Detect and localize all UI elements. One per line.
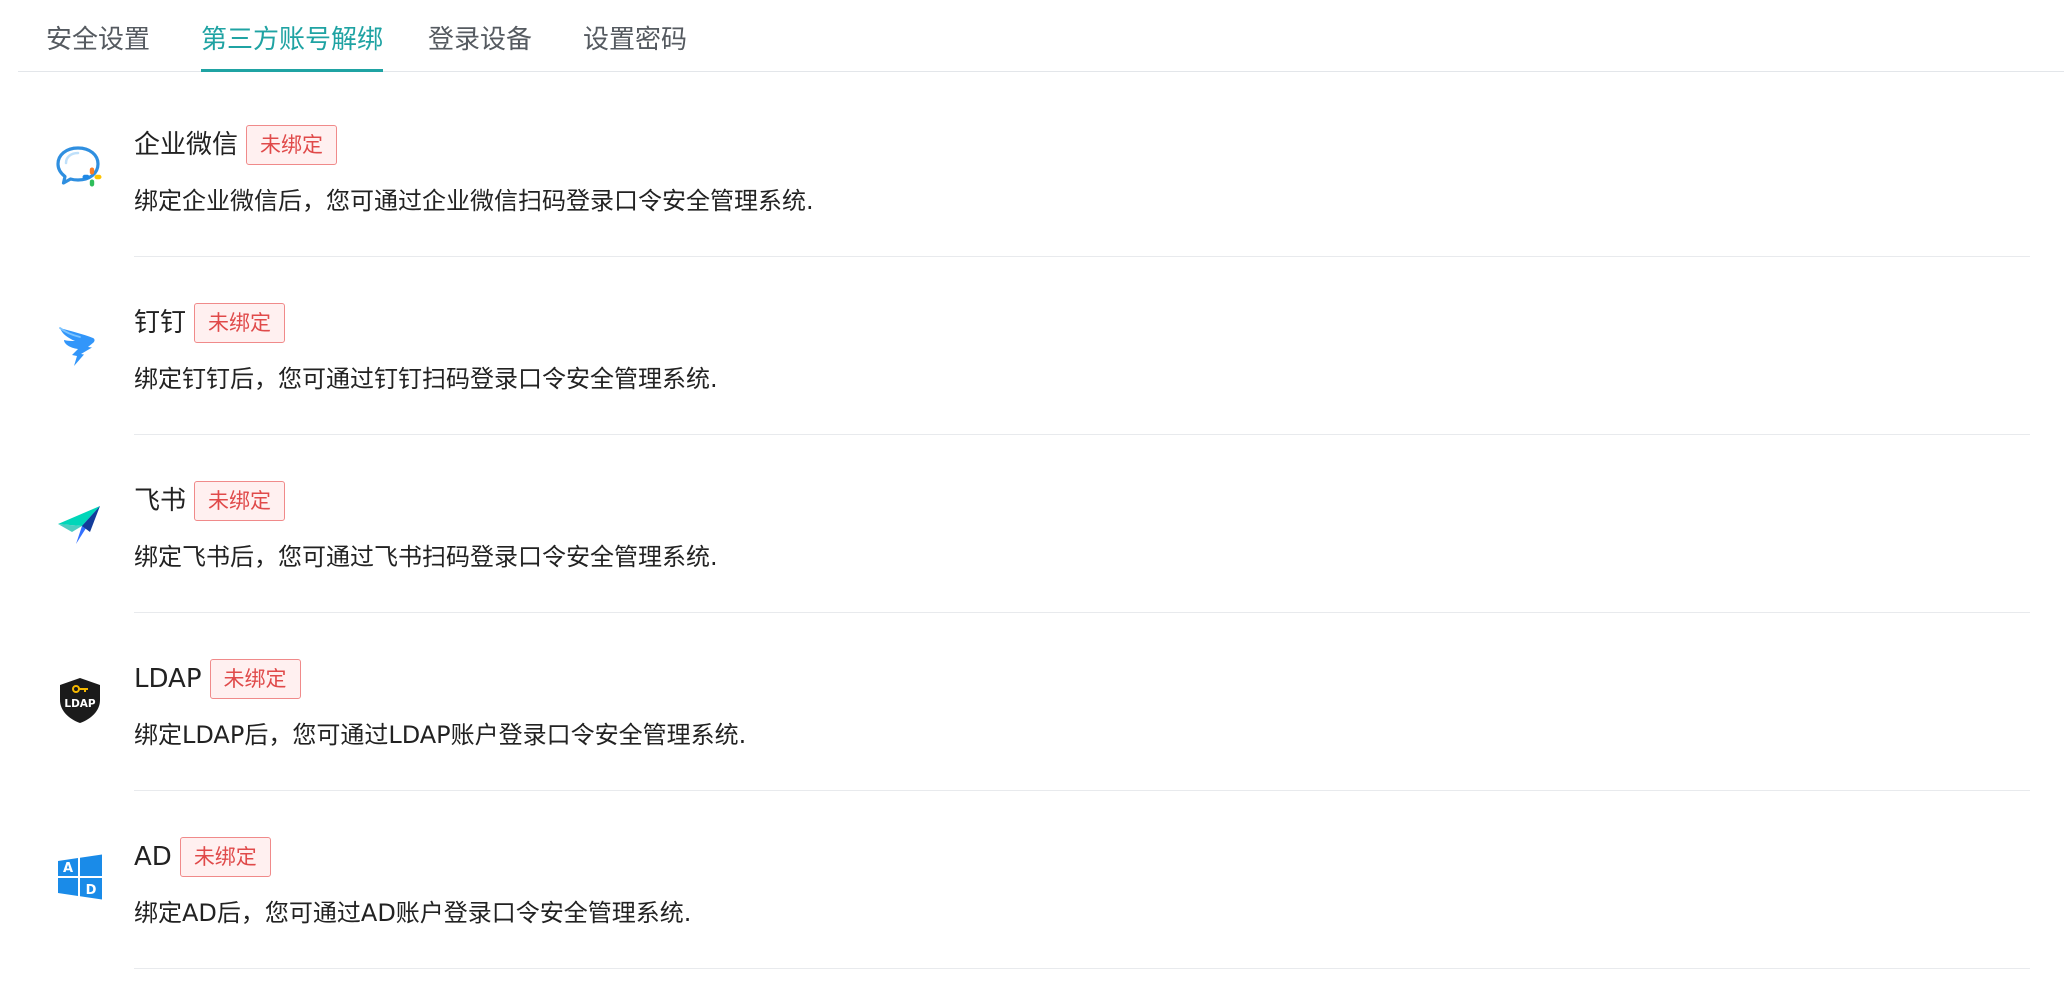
account-description: 绑定飞书后，您可通过飞书扫码登录口令安全管理系统. [134,543,718,571]
account-header: 企业微信 未绑定 [134,124,338,166]
account-header: AD 未绑定 [134,836,271,878]
status-badge[interactable]: 未绑定 [194,481,286,521]
ad-icon-letter-a: A [63,861,73,876]
tab-login-devices[interactable]: 登录设备 [428,22,532,72]
status-badge[interactable]: 未绑定 [246,125,338,165]
ldap-icon: LDAP [56,676,104,724]
feishu-icon [56,498,104,546]
divider [134,968,2030,969]
dingtalk-icon [56,320,104,368]
status-badge[interactable]: 未绑定 [179,837,271,877]
tab-security-settings[interactable]: 安全设置 [46,22,150,72]
account-item-feishu: 飞书 未绑定 绑定飞书后，您可通过飞书扫码登录口令安全管理系统. [0,428,2064,613]
account-name: 飞书 [134,486,187,516]
account-description: 绑定企业微信后，您可通过企业微信扫码登录口令安全管理系统. [134,187,814,215]
account-name: 企业微信 [134,130,239,160]
ldap-icon-text: LDAP [64,698,96,710]
account-item-ldap: LDAP LDAP 未绑定 绑定LDAP后，您可通过LDAP账户登录口令安全管理… [0,606,2064,791]
account-item-wecom: 企业微信 未绑定 绑定企业微信后，您可通过企业微信扫码登录口令安全管理系统. [0,72,2064,257]
account-header: 飞书 未绑定 [134,480,286,522]
account-name: AD [134,842,172,872]
account-name: 钉钉 [134,308,187,338]
tab-bar: 安全设置 第三方账号解绑 登录设备 设置密码 [18,0,2064,72]
status-badge[interactable]: 未绑定 [194,303,286,343]
ad-icon: A D [56,854,104,902]
account-description: 绑定LDAP后，您可通过LDAP账户登录口令安全管理系统. [134,721,747,749]
account-item-dingtalk: 钉钉 未绑定 绑定钉钉后，您可通过钉钉扫码登录口令安全管理系统. [0,250,2064,435]
account-item-ad: A D AD 未绑定 绑定AD后，您可通过AD账户登录口令安全管理系统. [0,784,2064,969]
account-name: LDAP [134,664,202,694]
tab-third-party-unbind[interactable]: 第三方账号解绑 [201,22,384,72]
tab-set-password[interactable]: 设置密码 [583,22,687,72]
account-header: 钉钉 未绑定 [134,302,286,344]
account-description: 绑定AD后，您可通过AD账户登录口令安全管理系统. [134,899,692,927]
ad-icon-letter-d: D [86,883,97,898]
account-header: LDAP 未绑定 [134,658,301,700]
wecom-icon [56,142,104,190]
status-badge[interactable]: 未绑定 [209,659,301,699]
account-description: 绑定钉钉后，您可通过钉钉扫码登录口令安全管理系统. [134,365,718,393]
